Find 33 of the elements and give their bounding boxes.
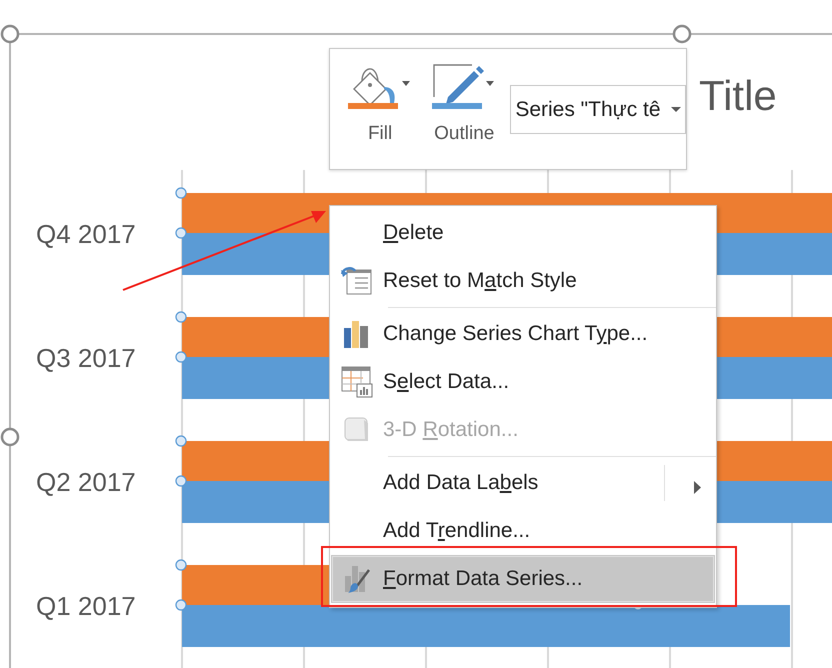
selection-handle[interactable] [175, 435, 187, 447]
category-label: Q3 2017 [36, 343, 136, 373]
cube-icon [344, 417, 370, 443]
toolbar-button[interactable]: Fill [342, 59, 418, 145]
caret-icon [670, 106, 681, 112]
selection-handle[interactable] [175, 559, 187, 571]
bar-chart-icon [344, 320, 370, 348]
chart-title: Title [699, 72, 777, 120]
category-label: Q2 2017 [36, 467, 136, 497]
selection-handle[interactable] [175, 475, 187, 487]
selection-handle[interactable] [175, 187, 187, 199]
submenu-arrow-icon [694, 481, 701, 494]
category-label: Q4 2017 [36, 219, 136, 249]
menu-item[interactable]: Delete [331, 209, 715, 257]
selection-handle[interactable] [175, 311, 187, 323]
resize-handle[interactable] [0, 24, 20, 44]
selection-handle[interactable] [175, 599, 187, 611]
resize-handle[interactable] [672, 24, 692, 44]
menu-item[interactable]: Add Trendline... [331, 507, 715, 555]
selection-handle[interactable] [175, 351, 187, 363]
table-chart-icon [341, 366, 373, 398]
selection-handle[interactable] [175, 227, 187, 239]
series-dropdown[interactable]: Series "Thực tê [510, 85, 686, 134]
format-brush-icon [343, 564, 371, 594]
menu-item[interactable]: Reset to Match Style [331, 257, 715, 305]
category-label: Q1 2017 [36, 591, 136, 621]
toolbar-button[interactable]: Outline [426, 59, 502, 145]
resize-handle[interactable] [0, 428, 20, 446]
menu-item[interactable]: Select Data... [331, 358, 715, 406]
menu-item[interactable]: Add Data Labels [331, 459, 715, 507]
reset-list-icon [341, 266, 373, 296]
menu-item[interactable]: Format Data Series... [331, 555, 715, 603]
menu-item[interactable]: Change Series Chart Type... [331, 310, 715, 358]
